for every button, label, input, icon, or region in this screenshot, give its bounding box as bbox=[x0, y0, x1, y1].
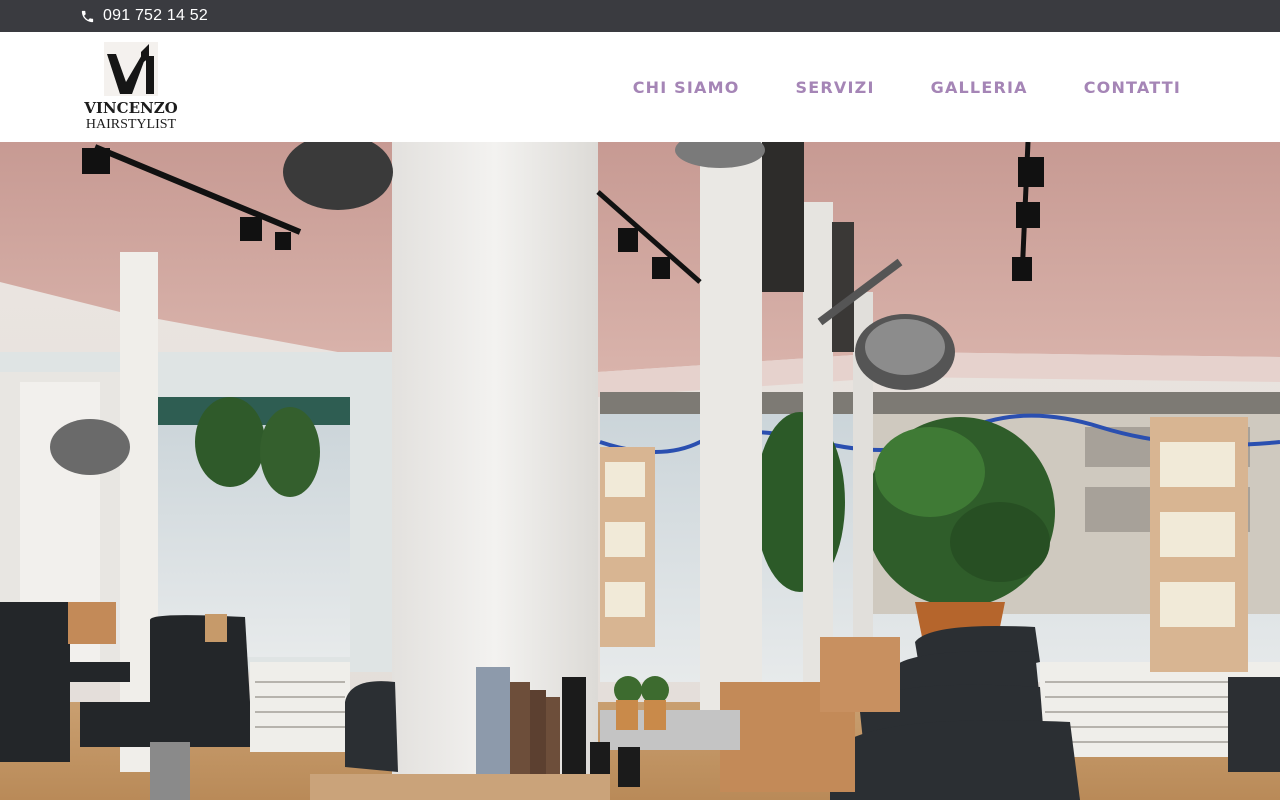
nav-item-chi-siamo[interactable]: CHI SIAMO bbox=[633, 78, 740, 97]
main-navigation: CHI SIAMO SERVIZI GALLERIA CONTATTI bbox=[633, 32, 1181, 142]
top-bar: 091 752 14 52 bbox=[0, 0, 1280, 32]
logo-subtitle: HAIRSTYLIST bbox=[85, 117, 177, 132]
phone-icon bbox=[80, 9, 95, 24]
logo[interactable]: VINCENZO HAIRSTYLIST bbox=[80, 42, 182, 134]
nav-item-contatti[interactable]: CONTATTI bbox=[1084, 78, 1181, 97]
nav-item-galleria[interactable]: GALLERIA bbox=[931, 78, 1028, 97]
phone-number[interactable]: 091 752 14 52 bbox=[103, 7, 208, 25]
salon-interior-photo bbox=[0, 142, 1280, 800]
logo-mark bbox=[104, 42, 158, 96]
hero-image bbox=[0, 142, 1280, 800]
phone-contact[interactable]: 091 752 14 52 bbox=[80, 0, 208, 32]
nav-item-servizi[interactable]: SERVIZI bbox=[796, 78, 875, 97]
site-header: VINCENZO HAIRSTYLIST CHI SIAMO SERVIZI G… bbox=[0, 32, 1280, 142]
logo-name: VINCENZO bbox=[84, 99, 178, 117]
